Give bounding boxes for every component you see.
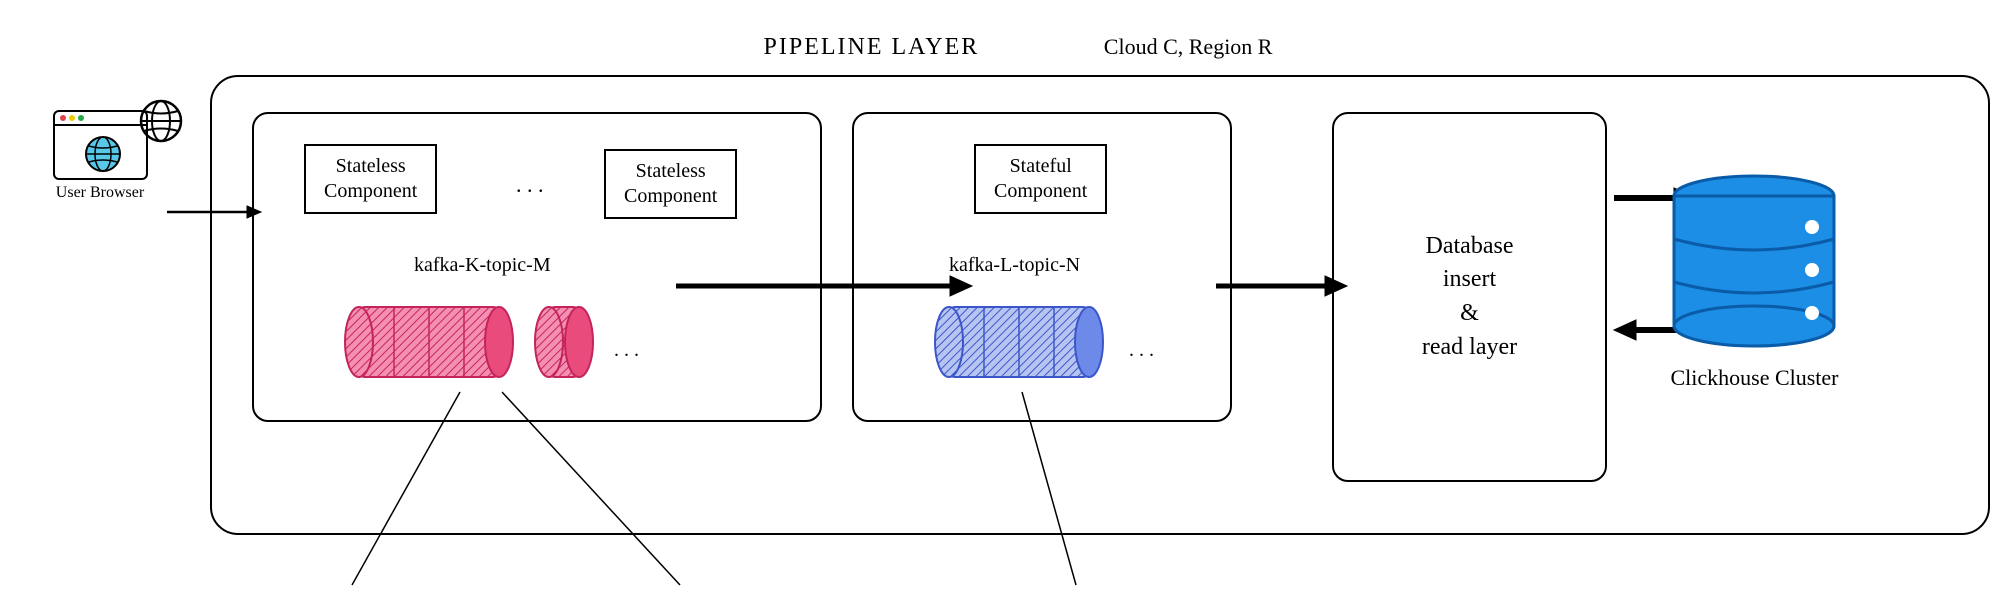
stateful-group-box: Stateful Component kafka-L-topic-N . . . xyxy=(852,112,1232,422)
kafka-m-ellipsis: . . . xyxy=(614,339,639,362)
traffic-light-yellow-icon xyxy=(69,115,75,121)
stateless-component-1: Stateless Component xyxy=(304,144,437,214)
cloud-region-title: Cloud C, Region R xyxy=(1104,34,1273,60)
traffic-light-green-icon xyxy=(78,115,84,121)
leader-line-pink-right xyxy=(500,390,760,590)
leader-line-blue xyxy=(1020,390,1140,590)
traffic-light-red-icon xyxy=(60,115,66,121)
browser-window-icon xyxy=(53,110,148,180)
kafka-topic-m-cylinder-1 xyxy=(344,299,519,394)
kafka-n-ellipsis: . . . xyxy=(1129,339,1154,362)
pipeline-layer-title: PIPELINE LAYER xyxy=(764,34,980,61)
globe-large-icon xyxy=(138,98,184,144)
stateless-group-box: Stateless Component . . . Stateless Comp… xyxy=(252,112,822,422)
kafka-topic-n-cylinder xyxy=(934,299,1109,394)
clickhouse-group: Clickhouse Cluster xyxy=(1667,172,1842,391)
db-layer-text: Database insert & read layer xyxy=(1422,230,1517,364)
diagram-canvas: PIPELINE LAYER Cloud C, Region R xyxy=(20,20,1996,593)
diagram-titles: PIPELINE LAYER Cloud C, Region R xyxy=(20,34,1996,61)
ellipsis-components: . . . xyxy=(516,172,544,198)
clickhouse-label: Clickhouse Cluster xyxy=(1667,365,1842,391)
db-layer-box: Database insert & read layer xyxy=(1332,112,1607,482)
browser-window-chrome xyxy=(55,112,146,126)
globe-icon xyxy=(83,134,123,174)
stateful-component: Stateful Component xyxy=(974,144,1107,214)
kafka-topic-m-label: kafka-K-topic-M xyxy=(414,254,551,277)
database-cylinder-icon xyxy=(1667,172,1842,352)
user-browser-label: User Browser xyxy=(30,184,170,202)
kafka-topic-n-label: kafka-L-topic-N xyxy=(949,254,1080,277)
stateless-component-1-label: Stateless Component xyxy=(324,155,417,202)
user-browser-group: User Browser xyxy=(30,110,170,202)
stateless-component-2-label: Stateless Component xyxy=(624,160,717,207)
stateless-component-2: Stateless Component xyxy=(604,149,737,219)
stateful-component-label: Stateful Component xyxy=(994,155,1087,202)
kafka-topic-m-cylinder-2 xyxy=(534,299,604,394)
arrow-stateful-to-db xyxy=(1212,272,1352,300)
